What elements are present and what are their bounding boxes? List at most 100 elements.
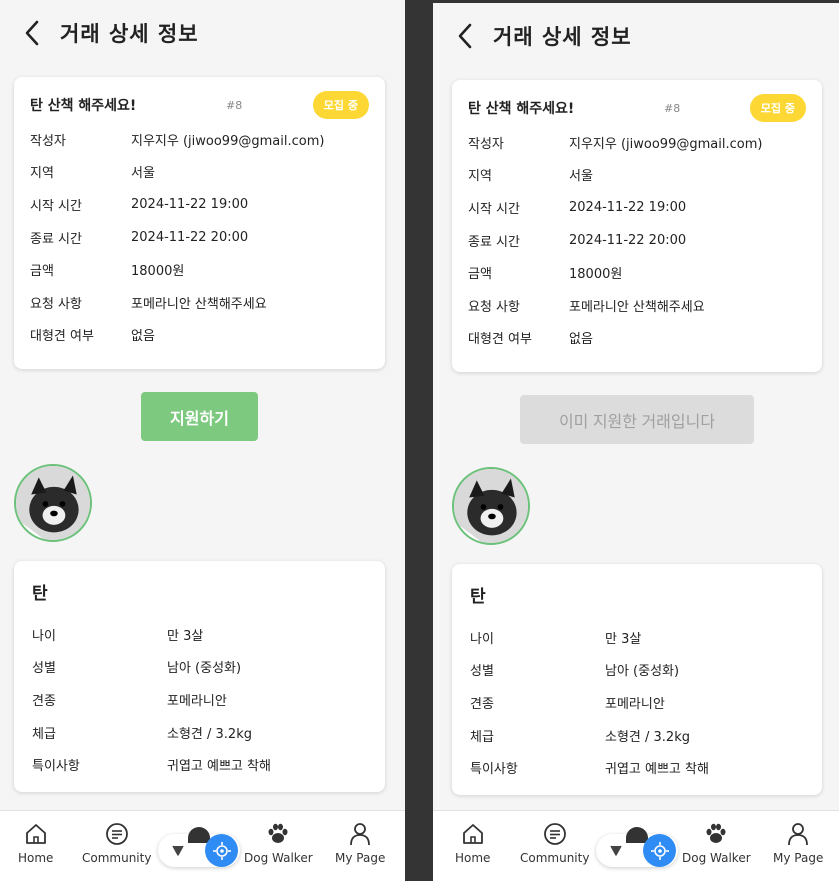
nav-label: Dog Walker [682,851,751,865]
info-label: 요청 사항 [30,296,82,312]
dog-value: 귀엽고 예쁘고 착해 [167,759,271,775]
info-row-end-time: 종료 시간 2024-11-22 20:00 [30,221,369,254]
nav-home[interactable]: Home [18,821,53,865]
comparison-stage: 거래 상세 정보 탄 산책 해주세요! #8 모집 중 작성자 지우지우 (jiw… [0,0,839,881]
nav-my-page[interactable]: My Page [773,821,823,865]
info-label: 종료 시간 [30,231,82,247]
info-value: 2024-11-22 20:00 [131,229,249,245]
nav-community[interactable]: Community [82,821,151,865]
dog-label: 견종 [470,696,494,712]
info-value: 없음 [569,332,593,348]
info-row-start-time: 시작 시간 2024-11-22 19:00 [30,188,369,221]
info-row-price: 금액 18000원 [30,253,369,286]
dog-row-breed: 견종 포메라니안 [470,686,804,719]
bottom-nav: Home Community Dog Walker My Page [433,810,839,881]
info-value: 지우지우 (jiwoo99@gmail.com) [131,133,325,149]
screen-apply: 거래 상세 정보 탄 산책 해주세요! #8 모집 중 작성자 지우지우 (jiw… [0,0,405,881]
info-value: 18000원 [131,264,185,280]
locate-button[interactable] [205,834,238,867]
dog-value: 귀엽고 예쁘고 착해 [605,762,709,778]
info-row-region: 지역 서울 [468,159,806,192]
post-card: 탄 산책 해주세요! #8 모집 중 작성자 지우지우 (jiwoo99@gmai… [452,80,822,372]
locate-icon [212,841,231,860]
dog-row-size: 체급 소형견 / 3.2kg [470,719,804,752]
info-value: 2024-11-22 19:00 [131,196,249,212]
chevron-down-icon[interactable] [608,842,624,858]
info-value: 없음 [131,329,155,345]
info-row-large-dog: 대형견 여부 없음 [30,319,369,352]
info-row-end-time: 종료 시간 2024-11-22 20:00 [468,224,806,257]
info-row-request: 요청 사항 포메라니안 산책해주세요 [468,289,806,322]
info-label: 금액 [468,267,492,283]
dog-row-age: 나이 만 3살 [32,618,367,651]
nav-label: Community [520,851,590,865]
back-arrow-icon[interactable] [22,19,44,47]
dog-value: 포메라니안 [605,696,665,712]
dog-avatar [452,467,530,545]
info-label: 시작 시간 [468,201,520,217]
person-icon [788,823,809,846]
nav-my-page[interactable]: My Page [335,821,385,865]
nav-home[interactable]: Home [455,821,490,865]
nav-label: Home [18,851,54,865]
center-controls [158,827,240,867]
nav-community[interactable]: Community [520,821,589,865]
nav-label: Home [455,851,491,865]
status-badge: 모집 중 [312,91,369,119]
apply-button[interactable]: 지원하기 [141,392,258,441]
dog-photo-icon [16,466,90,540]
post-title-row: 탄 산책 해주세요! #8 모집 중 [468,94,806,122]
chevron-down-icon[interactable] [170,842,186,858]
dog-row-gender: 성별 남아 (중성화) [470,654,804,687]
already-applied-button[interactable]: 이미 지원한 거래입니다 [520,395,754,444]
nav-dog-walker[interactable]: Dog Walker [244,821,313,865]
center-controls [596,827,678,867]
dog-card: 탄 나이 만 3살 성별 남아 (중성화) 견종 포메라니안 체급 소형견 / 3.2k… [452,564,822,795]
header: 거래 상세 정보 [433,3,839,69]
dog-value: 포메라니안 [167,693,227,709]
dog-card: 탄 나이 만 3살 성별 남아 (중성화) 견종 포메라니안 체급 소형견 / 3.2k… [14,561,385,792]
info-label: 대형견 여부 [468,332,532,348]
post-id: #8 [226,98,243,112]
community-icon [543,823,566,845]
dog-value: 남아 (중성화) [605,664,680,680]
header: 거래 상세 정보 [0,0,405,66]
post-title: 탄 산책 해주세요! [468,101,575,117]
info-value: 포메라니안 산책해주세요 [131,296,267,312]
info-row-author: 작성자 지우지우 (jiwoo99@gmail.com) [468,126,806,159]
paw-icon [268,823,288,843]
dog-row-notes: 특이사항 귀엽고 예쁘고 착해 [470,751,804,784]
dog-value: 만 3살 [167,628,204,644]
info-label: 작성자 [468,136,504,152]
info-row-author: 작성자 지우지우 (jiwoo99@gmail.com) [30,123,369,156]
screen-already-applied: 거래 상세 정보 탄 산책 해주세요! #8 모집 중 작성자 지우지우 (jiw… [433,3,839,881]
back-arrow-icon[interactable] [455,22,477,50]
info-value: 지우지우 (jiwoo99@gmail.com) [569,136,763,152]
info-label: 대형견 여부 [30,329,94,345]
dog-row-notes: 특이사항 귀엽고 예쁘고 착해 [32,748,367,781]
dog-label: 특이사항 [470,762,518,778]
dog-label: 나이 [470,631,494,647]
dog-label: 성별 [470,664,494,680]
page-title: 거래 상세 정보 [493,25,632,49]
info-value: 서울 [131,166,155,182]
dog-label: 성별 [32,661,56,677]
info-row-region: 지역 서울 [30,156,369,189]
dog-photo-icon [454,469,528,543]
paw-icon [706,823,726,843]
info-label: 작성자 [30,133,66,149]
dog-name: 탄 [470,587,486,607]
dog-label: 특이사항 [32,759,80,775]
info-value: 2024-11-22 20:00 [569,232,687,248]
dog-row-breed: 견종 포메라니안 [32,683,367,716]
nav-dog-walker[interactable]: Dog Walker [682,821,751,865]
dog-label: 견종 [32,693,56,709]
info-label: 종료 시간 [468,234,520,250]
dog-row-age: 나이 만 3살 [470,621,804,654]
info-value: 18000원 [569,267,623,283]
locate-button[interactable] [643,834,676,867]
info-label: 요청 사항 [468,299,520,315]
info-value: 2024-11-22 19:00 [569,199,687,215]
info-row-price: 금액 18000원 [468,256,806,289]
nav-label: My Page [773,851,824,865]
